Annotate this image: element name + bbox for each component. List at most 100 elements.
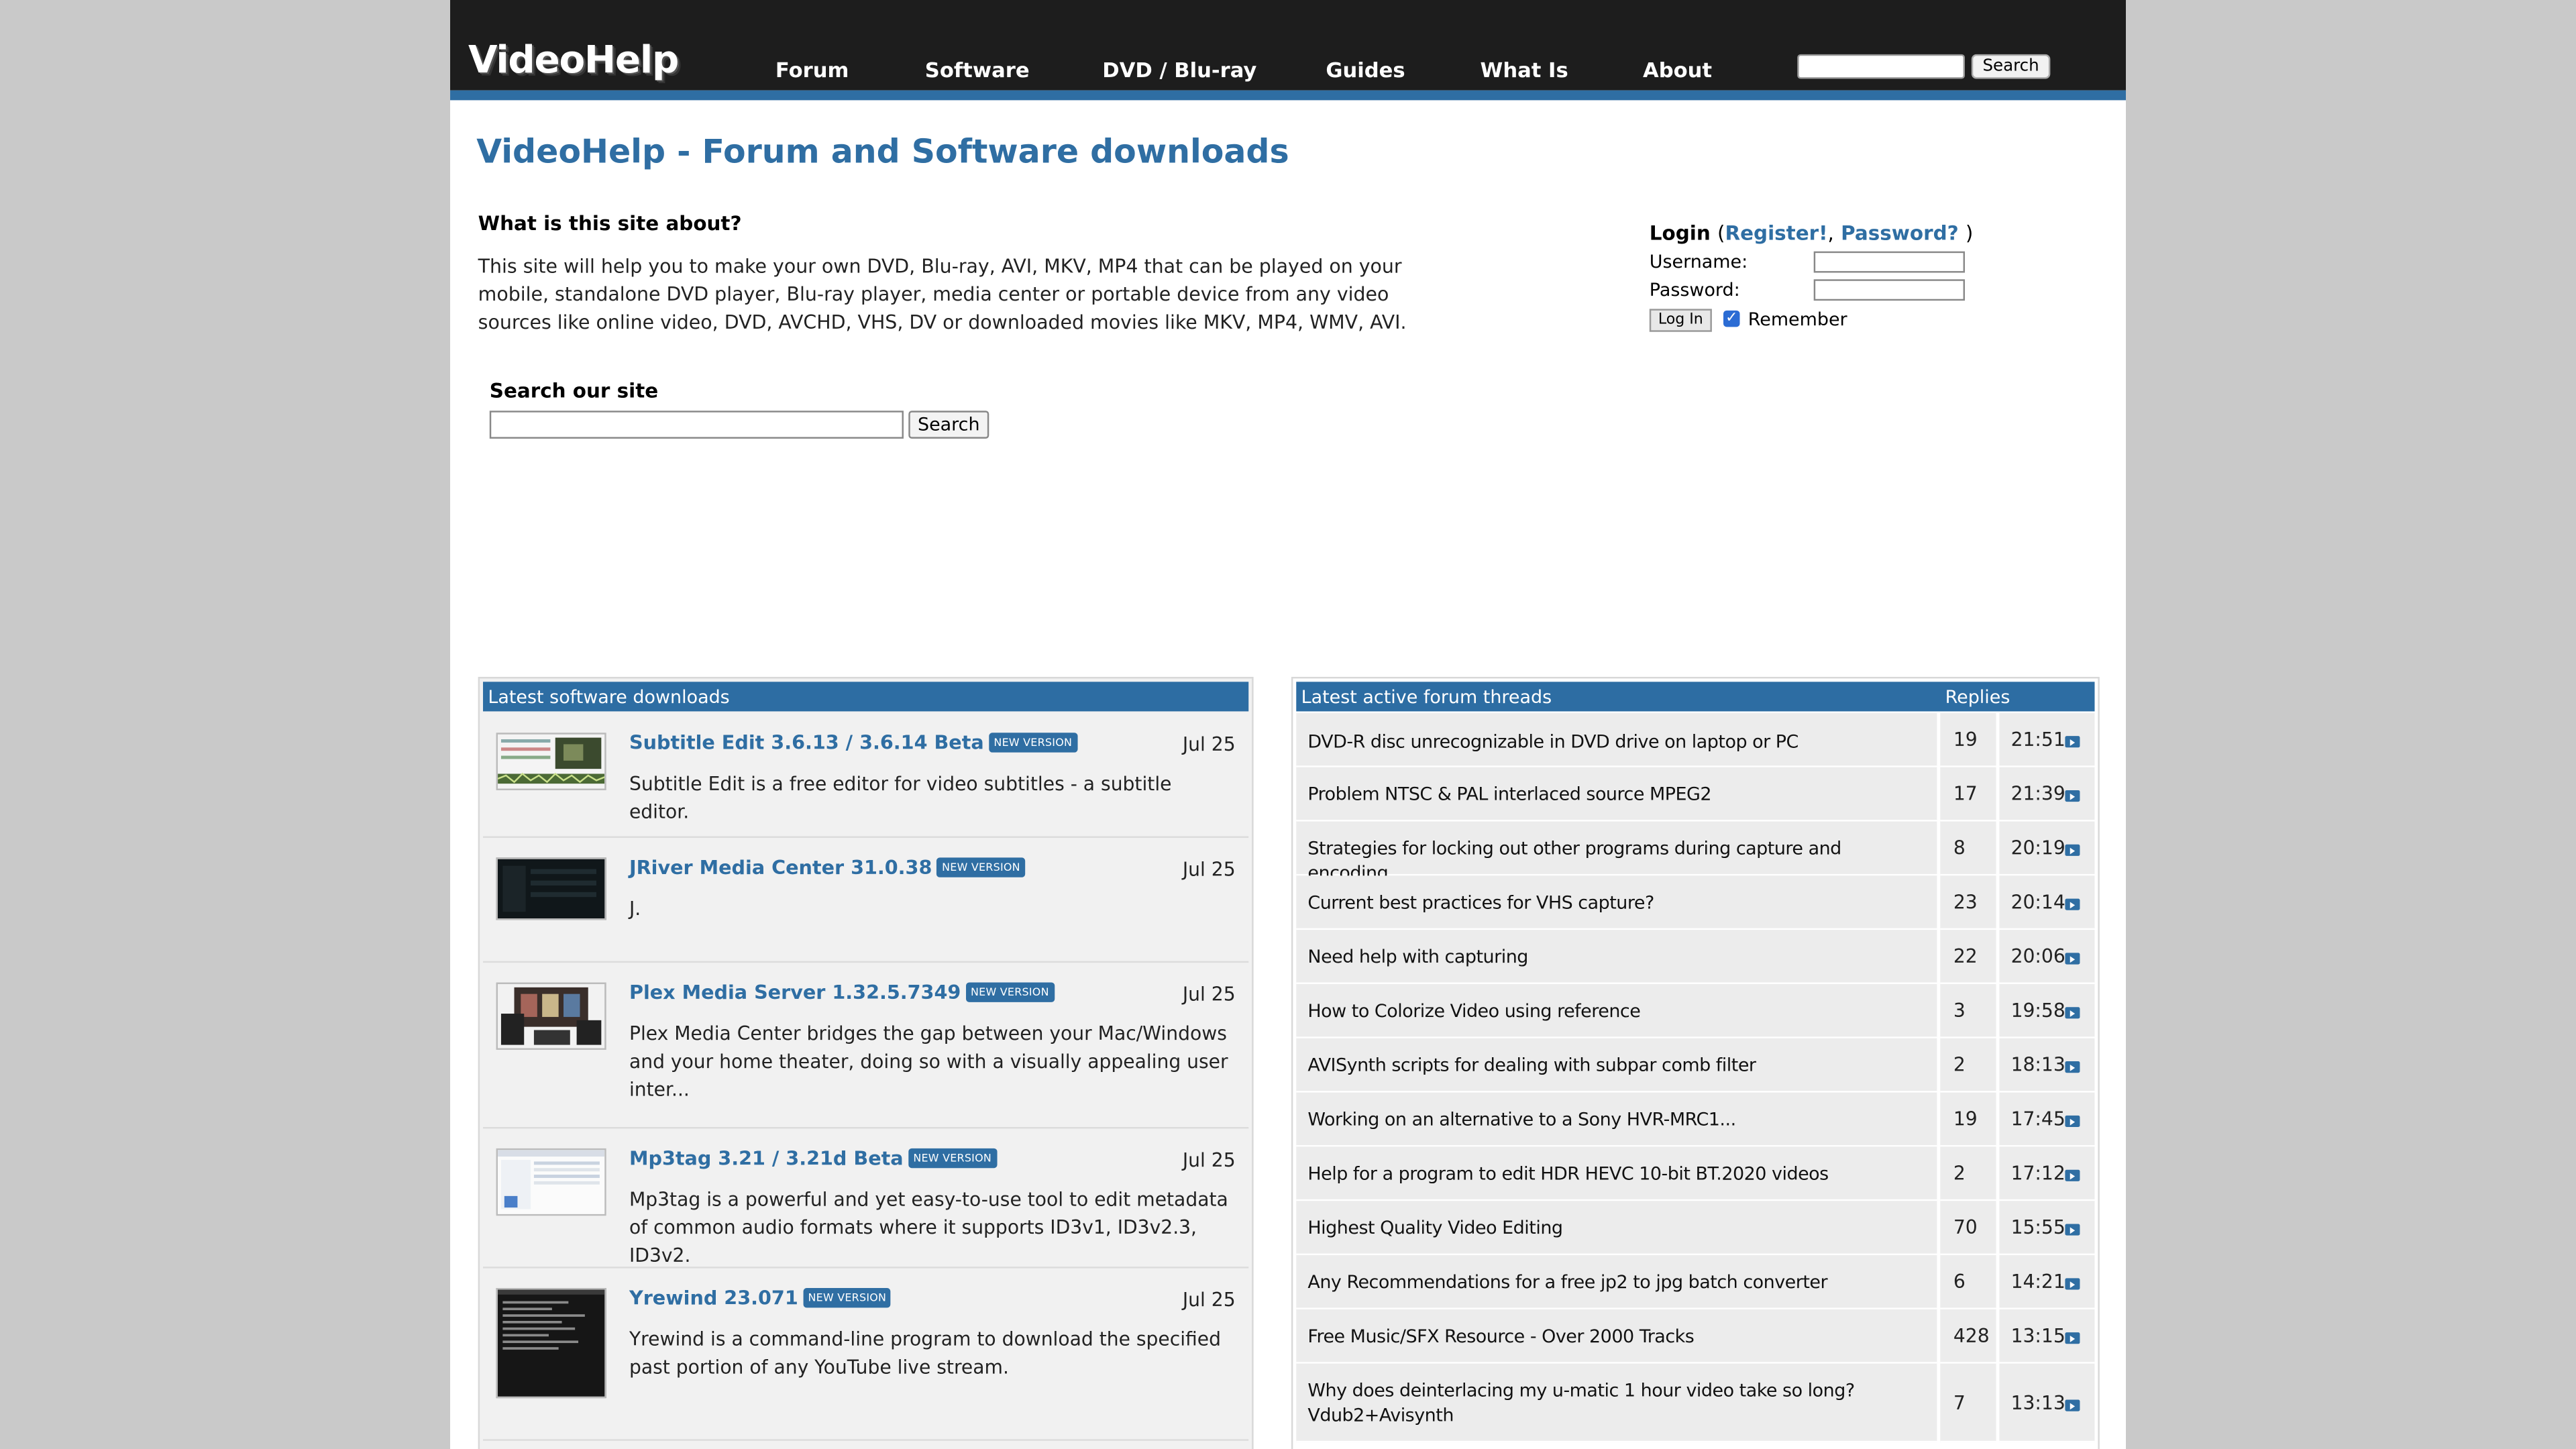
go-to-last-post-icon[interactable]: [2065, 736, 2080, 748]
password-link[interactable]: Password?: [1841, 222, 1958, 245]
forum-thread-row: Problem NTSC & PAL interlaced source MPE…: [1296, 767, 2095, 822]
thread-replies: 23: [1953, 890, 1978, 914]
software-name-link[interactable]: JRiver Media Center 31.0.38 NEW VERSION: [629, 856, 1026, 879]
software-thumbnail[interactable]: [496, 733, 606, 790]
remember-checkbox[interactable]: ✓: [1723, 310, 1740, 327]
login-title: Login (Register!, Password? ): [1650, 222, 1974, 245]
forum-panel-header: Latest active forum threads Replies: [1296, 682, 2095, 712]
thread-replies: 19: [1953, 727, 1978, 751]
nav-dvd-bluray[interactable]: DVD / Blu-ray: [1102, 58, 1256, 83]
go-to-last-post-icon[interactable]: [2065, 844, 2080, 856]
software-name-link[interactable]: Mp3tag 3.21 / 3.21d Beta NEW VERSION: [629, 1146, 997, 1170]
thread-title-link[interactable]: Need help with capturing: [1307, 945, 1923, 969]
nav-what-is[interactable]: What Is: [1481, 58, 1568, 83]
thread-time: 17:12: [2010, 1161, 2065, 1185]
nav-guides[interactable]: Guides: [1326, 58, 1405, 83]
thread-replies: 7: [1953, 1391, 1966, 1415]
forum-thread-row: Help for a program to edit HDR HEVC 10-b…: [1296, 1146, 2095, 1201]
software-thumbnail[interactable]: [496, 1148, 606, 1216]
thread-replies: 3: [1953, 998, 1966, 1022]
thread-title-link[interactable]: DVD-R disc unrecognizable in DVD drive o…: [1307, 729, 1923, 754]
nav-forum[interactable]: Forum: [775, 58, 849, 83]
thread-title-link[interactable]: Why does deinterlacing my u-matic 1 hour…: [1307, 1379, 1923, 1428]
forum-thread-row: Any Recommendations for a free jp2 to jp…: [1296, 1255, 2095, 1309]
thread-replies: 70: [1953, 1216, 1978, 1239]
forum-panel-title: Latest active forum threads: [1301, 686, 1552, 708]
remember-label: Remember: [1748, 309, 1847, 331]
password-field[interactable]: [1813, 279, 1966, 301]
go-to-last-post-icon[interactable]: [2065, 1169, 2080, 1181]
site-search-input[interactable]: [489, 411, 904, 439]
comma-sep: ,: [1827, 221, 1834, 245]
go-to-last-post-icon[interactable]: [2065, 1007, 2080, 1019]
thread-replies: 428: [1953, 1324, 1990, 1348]
thread-time: 14:21: [2010, 1270, 2065, 1293]
go-to-last-post-icon[interactable]: [2065, 1224, 2080, 1236]
register-link[interactable]: Register!: [1725, 222, 1827, 245]
header-search-button[interactable]: Search: [1971, 54, 2051, 79]
thread-time: 15:55: [2010, 1216, 2065, 1239]
software-description: Plex Media Center bridges the gap betwee…: [629, 1022, 1228, 1101]
login-heading: Login: [1649, 221, 1711, 245]
thread-title-link[interactable]: AVISynth scripts for dealing with subpar…: [1307, 1053, 1923, 1078]
go-to-last-post-icon[interactable]: [2065, 953, 2080, 965]
password-label: Password:: [1649, 279, 1740, 301]
thread-time: 19:58: [2010, 998, 2065, 1022]
software-thumbnail[interactable]: [496, 982, 606, 1050]
thread-title-link[interactable]: Help for a program to edit HDR HEVC 10-b…: [1307, 1161, 1923, 1186]
software-panel-title: Latest software downloads: [488, 686, 730, 708]
go-to-last-post-icon[interactable]: [2065, 898, 2080, 910]
nav-about[interactable]: About: [1643, 58, 1712, 83]
site-logo[interactable]: VideoHelp: [468, 40, 679, 83]
about-heading: What is this site about?: [478, 211, 742, 235]
software-name-link[interactable]: Yrewind 23.071 NEW VERSION: [629, 1287, 892, 1309]
software-item: Mp3tag 3.21 / 3.21d Beta NEW VERSION Jul …: [483, 1128, 1249, 1269]
about-text: This site will help you to make your own…: [478, 254, 1407, 335]
site-search-button[interactable]: Search: [908, 411, 989, 439]
page-title: VideoHelp - Forum and Software downloads: [476, 131, 1289, 171]
header-search-input[interactable]: [1797, 54, 1966, 79]
forum-panel: Latest active forum threads Replies DVD-…: [1291, 676, 2100, 1449]
replies-column-header: Replies: [1945, 686, 2010, 708]
go-to-last-post-icon[interactable]: [2065, 790, 2080, 802]
thread-time: 21:51: [2010, 727, 2065, 751]
software-name-link[interactable]: Plex Media Server 1.32.5.7349 NEW VERSION: [629, 981, 1055, 1004]
thread-time: 13:13: [2010, 1391, 2065, 1415]
thread-title-link[interactable]: Highest Quality Video Editing: [1307, 1216, 1923, 1240]
thread-title-link[interactable]: How to Colorize Video using reference: [1307, 999, 1923, 1024]
go-to-last-post-icon[interactable]: [2065, 1061, 2080, 1073]
go-to-last-post-icon[interactable]: [2065, 1399, 2080, 1411]
thread-time: 17:45: [2010, 1107, 2065, 1130]
header-accent-bar: [450, 90, 2127, 101]
forum-thread-row: Need help with capturing 22 20:06: [1296, 930, 2095, 984]
nav-software[interactable]: Software: [925, 58, 1030, 83]
software-thumbnail[interactable]: [496, 857, 606, 920]
forum-thread-row: Why does deinterlacing my u-matic 1 hour…: [1296, 1363, 2095, 1443]
software-item: JRiver Media Center 31.0.38 NEW VERSION J…: [483, 838, 1249, 963]
software-panel: Latest software downloads Subtitle Edit …: [478, 676, 1254, 1449]
software-panel-header: Latest software downloads: [483, 682, 1249, 712]
thread-replies: 22: [1953, 945, 1978, 968]
thread-title-link[interactable]: Problem NTSC & PAL interlaced source MPE…: [1307, 782, 1923, 807]
software-description: Yrewind is a command-line program to dow…: [629, 1327, 1222, 1379]
username-field[interactable]: [1813, 251, 1966, 273]
login-button[interactable]: Log In: [1649, 309, 1712, 332]
thread-title-link[interactable]: Current best practices for VHS capture?: [1307, 890, 1923, 915]
forum-thread-row: DVD-R disc unrecognizable in DVD drive o…: [1296, 712, 2095, 767]
software-description: Mp3tag is a powerful and yet easy-to-use…: [629, 1187, 1228, 1267]
go-to-last-post-icon[interactable]: [2065, 1115, 2080, 1128]
software-date: Jul 25: [1182, 857, 1236, 881]
new-version-badge: NEW VERSION: [936, 857, 1026, 877]
thread-time: 20:19: [2010, 836, 2065, 859]
go-to-last-post-icon[interactable]: [2065, 1332, 2080, 1344]
thread-title-link[interactable]: Any Recommendations for a free jp2 to jp…: [1307, 1270, 1923, 1295]
software-thumbnail[interactable]: [496, 1288, 606, 1399]
go-to-last-post-icon[interactable]: [2065, 1278, 2080, 1290]
forum-thread-row: AVISynth scripts for dealing with subpar…: [1296, 1038, 2095, 1093]
thread-title-link[interactable]: Free Music/SFX Resource - Over 2000 Trac…: [1307, 1324, 1923, 1349]
software-description: Subtitle Edit is a free editor for video…: [629, 772, 1172, 823]
software-name-link[interactable]: Subtitle Edit 3.6.13 / 3.6.14 Beta NEW VE…: [629, 731, 1077, 754]
site-header: VideoHelp Forum Software DVD / Blu-ray G…: [450, 0, 2127, 91]
software-name: Mp3tag 3.21 / 3.21d Beta: [629, 1146, 904, 1170]
thread-title-link[interactable]: Working on an alternative to a Sony HVR-…: [1307, 1108, 1923, 1132]
